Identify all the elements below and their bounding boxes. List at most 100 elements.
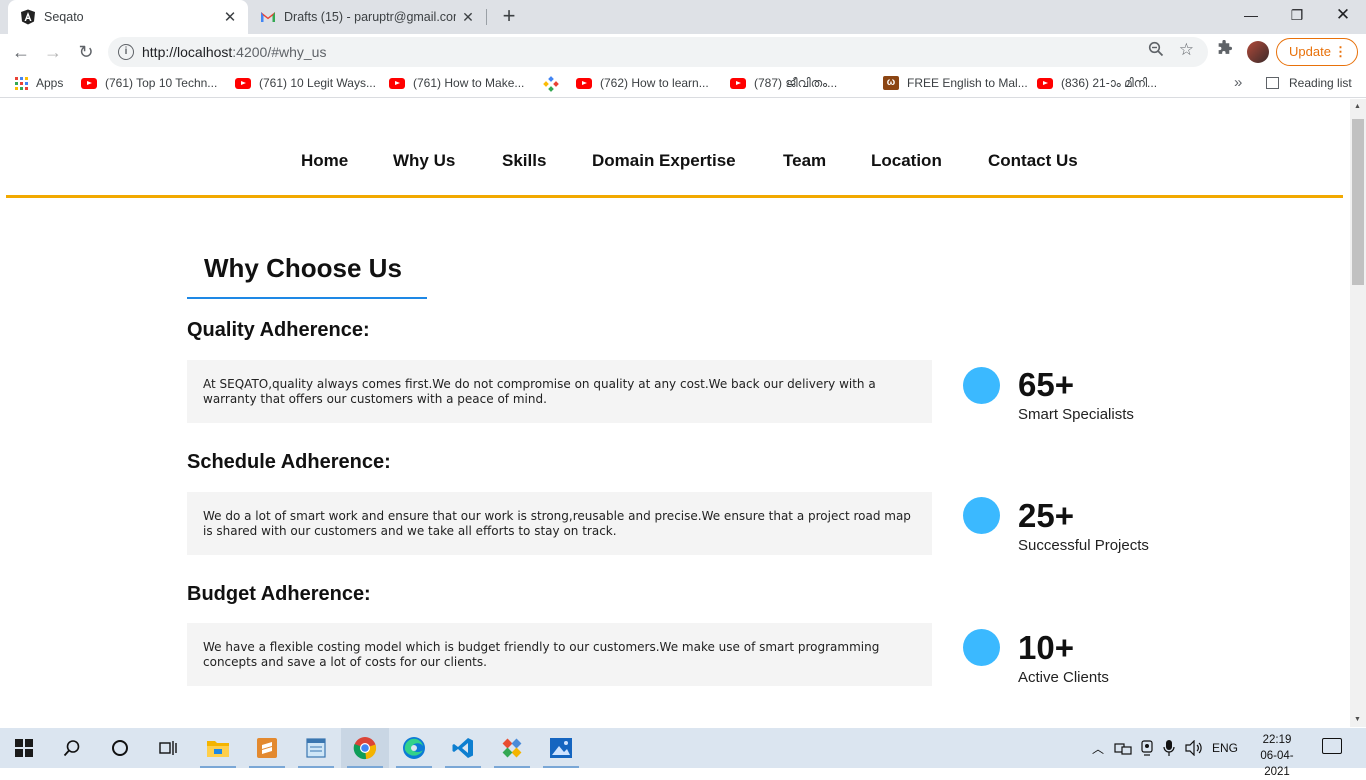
nav-link-team[interactable]: Team xyxy=(783,151,826,171)
youtube-icon xyxy=(389,77,405,89)
bookmark-label: (836) 21-ാം മിനി... xyxy=(1061,76,1158,90)
new-tab-button[interactable]: + xyxy=(496,4,522,30)
nav-link-home[interactable]: Home xyxy=(301,151,348,171)
bookmark-item[interactable]: (761) How to Make... xyxy=(389,76,524,90)
menu-dots-icon: ⋮ xyxy=(1334,44,1347,59)
youtube-icon xyxy=(730,78,746,89)
reading-list-icon xyxy=(1266,77,1279,89)
chrome-icon[interactable] xyxy=(341,728,389,768)
bookmark-item[interactable]: (761) 10 Legit Ways... xyxy=(235,76,376,90)
bookmark-label: (787) ജീവിതം... xyxy=(754,76,838,90)
tab-title: Drafts (15) - paruptr@gmail.com xyxy=(284,10,456,24)
forward-icon[interactable]: → xyxy=(40,39,66,65)
budget-heading: Budget Adherence: xyxy=(187,583,371,605)
volume-icon[interactable] xyxy=(1185,728,1203,768)
tab-separator xyxy=(486,9,487,25)
nav-link-domain-expertise[interactable]: Domain Expertise xyxy=(592,151,736,171)
minimize-icon[interactable]: — xyxy=(1228,0,1274,32)
close-window-icon[interactable]: ✕ xyxy=(1320,0,1366,32)
show-hidden-icons[interactable]: ︿ xyxy=(1092,728,1104,768)
page-scrollbar[interactable]: ▲ ▼ xyxy=(1350,99,1366,727)
budget-description: We have a flexible costing model which i… xyxy=(187,623,932,686)
schedule-heading: Schedule Adherence: xyxy=(187,451,391,473)
restore-icon[interactable]: ❐ xyxy=(1274,0,1320,32)
nav-link-why-us[interactable]: Why Us xyxy=(393,151,455,171)
vscode-icon[interactable] xyxy=(439,728,487,768)
tab-gmail-drafts[interactable]: Drafts (15) - paruptr@gmail.com ✕ xyxy=(250,0,486,34)
dictionary-icon: ω xyxy=(883,76,899,90)
nav-link-location[interactable]: Location xyxy=(871,151,942,171)
angular-icon xyxy=(20,9,36,25)
youtube-icon xyxy=(576,77,592,89)
reading-list-button[interactable]: Reading list xyxy=(1266,76,1352,90)
bookmark-item[interactable]: (761) Top 10 Techn... xyxy=(81,76,217,90)
browser-toolbar: ← → ↻ i http://localhost:4200/#why_us ☆ … xyxy=(0,34,1366,70)
site-info-icon[interactable]: i xyxy=(118,44,134,60)
stat-dot xyxy=(963,629,1000,666)
nav-link-contact-us[interactable]: Contact Us xyxy=(988,151,1078,171)
windows-start-icon[interactable] xyxy=(0,728,48,768)
profile-avatar[interactable] xyxy=(1247,41,1269,63)
notepad-icon[interactable] xyxy=(292,728,340,768)
site-navbar: Home Why Us Skills Domain Expertise Team… xyxy=(6,99,1343,198)
bookmark-item[interactable]: (787) ജീവിതം... xyxy=(730,76,837,91)
language-indicator[interactable]: ENG xyxy=(1212,728,1238,768)
bookmark-item[interactable]: (836) 21-ാം മിനി... xyxy=(1037,76,1157,91)
section-title: Why Choose Us xyxy=(204,253,402,283)
bookmark-item[interactable] xyxy=(543,76,559,95)
close-tab-icon[interactable]: ✕ xyxy=(218,8,242,26)
scroll-down-icon[interactable]: ▼ xyxy=(1354,716,1361,723)
scroll-up-icon[interactable]: ▲ xyxy=(1354,103,1361,110)
update-button[interactable]: Update ⋮ xyxy=(1276,38,1358,66)
back-icon[interactable]: ← xyxy=(8,39,34,65)
chevron-up-icon: ︿ xyxy=(1092,741,1105,756)
close-tab-icon[interactable]: ✕ xyxy=(456,9,480,26)
task-view-icon[interactable] xyxy=(144,728,192,768)
update-label: Update xyxy=(1289,44,1331,59)
scrollbar-thumb[interactable] xyxy=(1352,119,1364,285)
stat-dot xyxy=(963,367,1000,404)
address-bar[interactable]: i http://localhost:4200/#why_us ☆ xyxy=(108,37,1208,67)
file-explorer-icon[interactable] xyxy=(194,728,242,768)
youtube-icon xyxy=(235,77,251,89)
bookmark-apps[interactable]: Apps xyxy=(15,76,63,90)
bookmark-star-icon[interactable]: ☆ xyxy=(1179,40,1194,60)
more-bookmarks-icon[interactable]: » xyxy=(1234,74,1242,91)
edge-icon[interactable] xyxy=(390,728,438,768)
url-host: http://localhost xyxy=(142,44,233,60)
title-underline xyxy=(187,297,427,299)
bookmark-item[interactable]: ω FREE English to Mal... xyxy=(883,76,1028,90)
bookmark-label: (761) 10 Legit Ways... xyxy=(259,76,376,90)
bookmark-label: Apps xyxy=(36,76,64,90)
bookmark-item[interactable]: (762) How to learn... xyxy=(576,76,709,90)
tab-seqato[interactable]: Seqato ✕ xyxy=(8,0,248,34)
webcam-icon[interactable] xyxy=(1140,728,1154,768)
sublime-text-icon[interactable] xyxy=(243,728,291,768)
notifications-icon[interactable] xyxy=(1322,738,1342,754)
zoom-icon[interactable] xyxy=(1148,41,1164,62)
reload-icon[interactable]: ↻ xyxy=(73,39,99,65)
bookmark-label: (761) Top 10 Techn... xyxy=(105,76,218,90)
nav-link-skills[interactable]: Skills xyxy=(502,151,546,171)
cortana-icon[interactable] xyxy=(96,728,144,768)
extensions-icon[interactable] xyxy=(1216,39,1233,62)
clock-date: 06-04-2021 xyxy=(1260,750,1294,778)
microphone-icon[interactable] xyxy=(1163,728,1175,768)
stat-value-projects: 25+ xyxy=(1018,497,1074,534)
bookmark-label: (762) How to learn... xyxy=(600,76,709,90)
photos-icon[interactable] xyxy=(537,728,585,768)
search-icon[interactable] xyxy=(48,728,96,768)
reading-list-label: Reading list xyxy=(1289,76,1352,90)
stat-label-clients: Active Clients xyxy=(1018,669,1109,686)
url-text[interactable]: http://localhost:4200/#why_us xyxy=(142,44,326,60)
url-rest: :4200/#why_us xyxy=(232,44,327,60)
bookmark-label: (761) How to Make... xyxy=(413,76,525,90)
schedule-description: We do a lot of smart work and ensure tha… xyxy=(187,492,932,555)
bookmarks-bar: Apps (761) Top 10 Techn... (761) 10 Legi… xyxy=(0,70,1366,98)
youtube-icon xyxy=(81,77,97,89)
system-clock[interactable]: 22:19 06-04-2021 xyxy=(1252,732,1302,780)
network-icon[interactable] xyxy=(1114,728,1132,768)
git-icon[interactable] xyxy=(488,728,536,768)
stat-label-specialists: Smart Specialists xyxy=(1018,406,1134,423)
quality-description: At SEQATO,quality always comes first.We … xyxy=(187,360,932,423)
